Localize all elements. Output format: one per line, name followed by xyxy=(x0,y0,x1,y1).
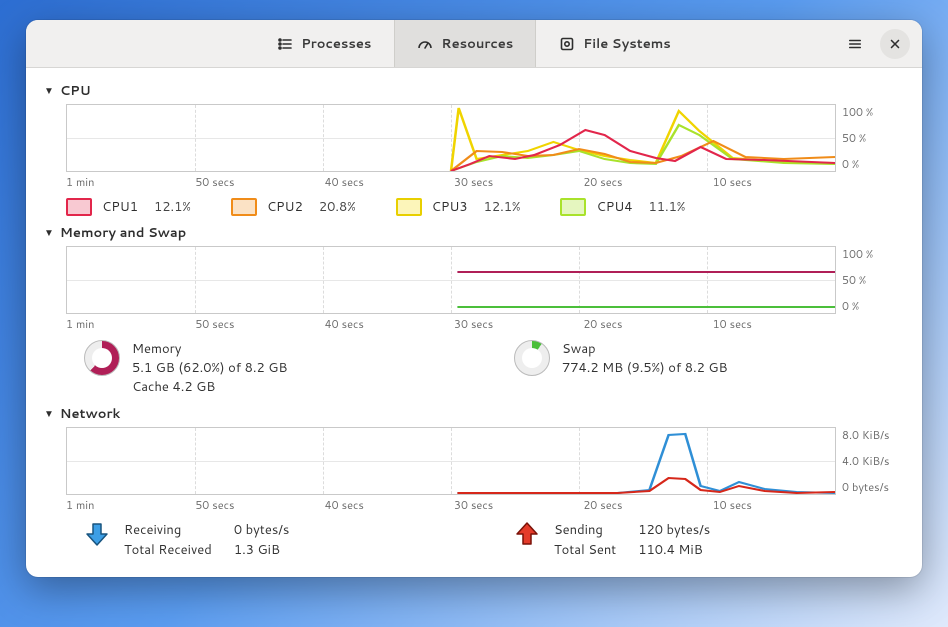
speedometer-icon xyxy=(417,36,433,52)
cpu1-legend-item[interactable]: CPU1 12.1% xyxy=(66,198,191,216)
chevron-down-icon: ▼ xyxy=(44,407,54,421)
disk-icon xyxy=(559,36,575,52)
network-sending: Sending 120 bytes/s Total Sent 110.4 MiB xyxy=(514,521,904,559)
tab-processes[interactable]: Processes xyxy=(254,20,394,67)
tab-filesystems[interactable]: File Systems xyxy=(536,20,694,67)
swap-pie-icon xyxy=(514,340,550,376)
recv-total-value: 1.3 GiB xyxy=(234,541,289,559)
recv-rate-value: 0 bytes/s xyxy=(234,521,289,539)
memory-x-axis: 1 min50 secs 40 secs30 secs 20 secs10 se… xyxy=(66,316,904,332)
memory-y-axis: 100 % 50 % 0 % xyxy=(836,246,904,314)
memory-section: ▼ Memory and Swap 100 % 50 % 0 % xyxy=(44,220,904,397)
tab-label: Processes xyxy=(301,35,371,53)
close-button[interactable] xyxy=(880,29,910,59)
cpu3-legend-item[interactable]: CPU3 12.1% xyxy=(396,198,521,216)
memory-details: Memory 5.1 GB (62.0%) of 8.2 GB Cache 4.… xyxy=(84,340,904,397)
memory-section-header[interactable]: ▼ Memory and Swap xyxy=(44,220,904,244)
network-section-header[interactable]: ▼ Network xyxy=(44,401,904,425)
memory-lines xyxy=(67,247,835,313)
network-y-axis: 8.0 KiB/s 4.0 KiB/s 0 bytes/s xyxy=(836,427,904,495)
memory-cache: Cache 4.2 GB xyxy=(132,378,287,397)
cpu-x-axis: 1 min50 secs 40 secs30 secs 20 secs10 se… xyxy=(66,174,904,190)
swatch-icon xyxy=(396,198,422,216)
tab-label: File Systems xyxy=(583,35,671,53)
cpu-section-header[interactable]: ▼ CPU xyxy=(44,78,904,102)
titlebar: Processes Resources File Systems xyxy=(26,20,922,68)
cpu-legend: CPU1 12.1% CPU2 20.8% CPU3 12.1% CPU4 11… xyxy=(66,198,904,216)
network-receiving: Receiving 0 bytes/s Total Received 1.3 G… xyxy=(84,521,474,559)
content-area: ▼ CPU xyxy=(26,68,922,577)
upload-arrow-icon xyxy=(514,521,540,547)
network-x-axis: 1 min50 secs 40 secs30 secs 20 secs10 se… xyxy=(66,497,904,513)
chevron-down-icon: ▼ xyxy=(44,226,54,240)
memory-value: 5.1 GB (62.0%) of 8.2 GB xyxy=(132,359,287,378)
section-title: Memory and Swap xyxy=(60,224,186,242)
swatch-icon xyxy=(231,198,257,216)
recv-total-label: Total Received xyxy=(124,541,212,559)
swap-label: Swap xyxy=(562,340,728,359)
cpu2-legend-item[interactable]: CPU2 20.8% xyxy=(231,198,356,216)
system-monitor-window: Processes Resources File Systems xyxy=(26,20,922,577)
network-details: Receiving 0 bytes/s Total Received 1.3 G… xyxy=(84,521,904,559)
cpu4-legend-item[interactable]: CPU4 11.1% xyxy=(560,198,685,216)
download-arrow-icon xyxy=(84,521,110,547)
hamburger-menu-button[interactable] xyxy=(840,29,870,59)
swap-value: 774.2 MB (9.5%) of 8.2 GB xyxy=(562,359,728,378)
swap-usage: Swap 774.2 MB (9.5%) of 8.2 GB xyxy=(514,340,904,397)
swatch-icon xyxy=(560,198,586,216)
chevron-down-icon: ▼ xyxy=(44,84,54,98)
section-title: CPU xyxy=(60,82,91,100)
memory-chart xyxy=(66,246,836,314)
section-title: Network xyxy=(60,405,120,423)
tab-label: Resources xyxy=(441,35,513,53)
send-rate-label: Sending xyxy=(554,521,616,539)
memory-pie-icon xyxy=(84,340,120,376)
cpu-lines xyxy=(67,105,835,171)
cpu-section: ▼ CPU xyxy=(44,78,904,216)
network-chart xyxy=(66,427,836,495)
cpu-y-axis: 100 % 50 % 0 % xyxy=(836,104,904,172)
memory-label: Memory xyxy=(132,340,287,359)
list-icon xyxy=(277,36,293,52)
tab-resources[interactable]: Resources xyxy=(394,20,536,67)
send-rate-value: 120 bytes/s xyxy=(638,521,710,539)
cpu-chart xyxy=(66,104,836,172)
network-lines xyxy=(67,428,835,494)
send-total-label: Total Sent xyxy=(554,541,616,559)
memory-usage: Memory 5.1 GB (62.0%) of 8.2 GB Cache 4.… xyxy=(84,340,474,397)
view-switcher: Processes Resources File Systems xyxy=(254,20,694,67)
send-total-value: 110.4 MiB xyxy=(638,541,710,559)
network-section: ▼ Network 8.0 KiB/s 4.0 KiB/s 0 bytes/s xyxy=(44,401,904,559)
recv-rate-label: Receiving xyxy=(124,521,212,539)
swatch-icon xyxy=(66,198,92,216)
